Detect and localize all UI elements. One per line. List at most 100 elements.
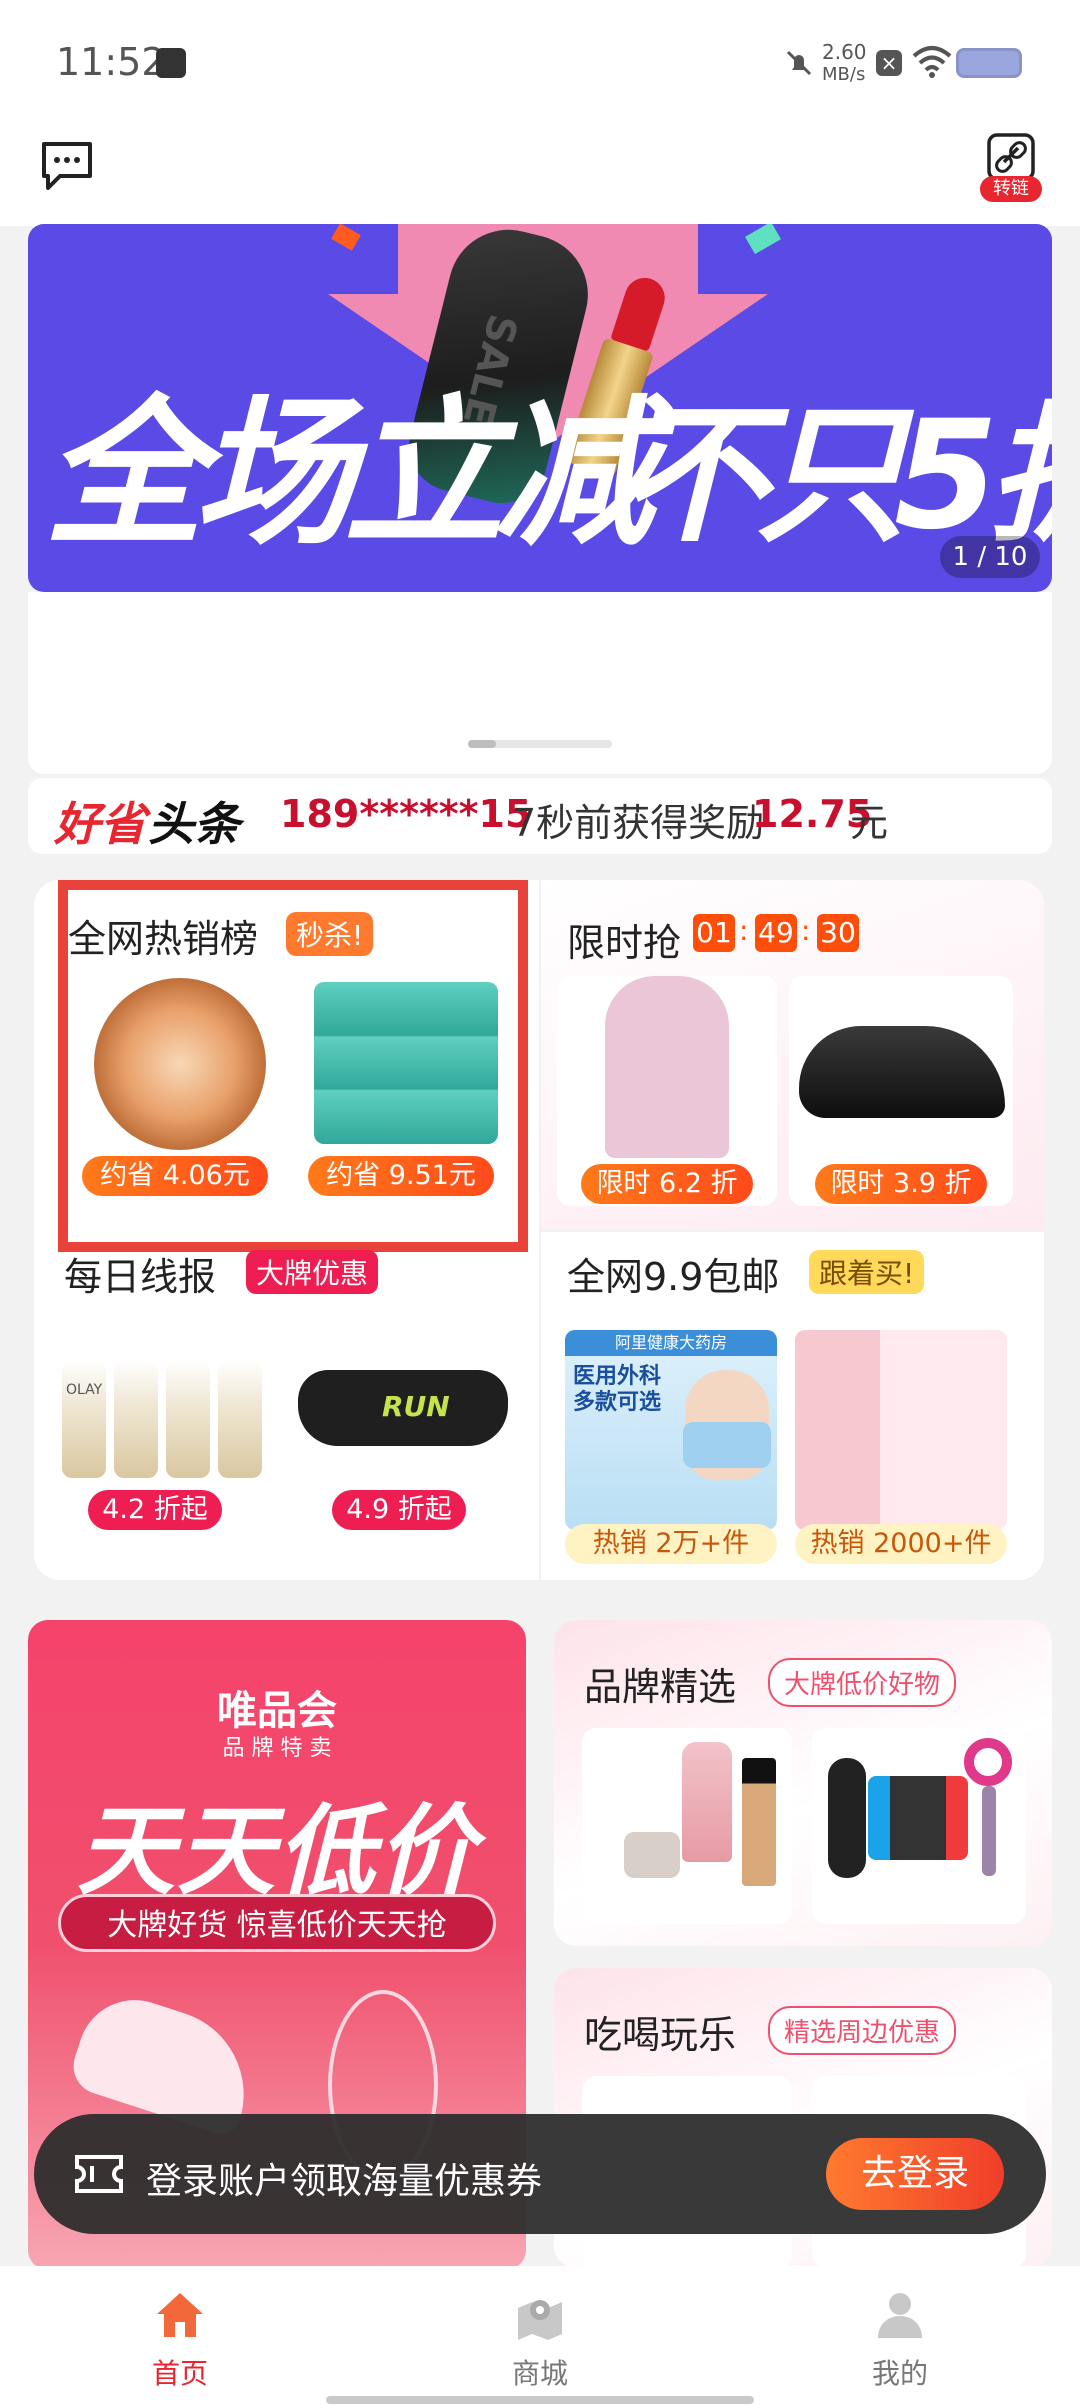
waist-bag-image: RUN — [298, 1370, 508, 1446]
brand-selection-tag: 大牌低价好物 — [768, 1658, 957, 1707]
brand-selection-title: 品牌精选 — [584, 1665, 737, 1709]
login-prompt-bar[interactable]: 登录账户领取海量优惠券 去登录 — [34, 2114, 1046, 2234]
brand-product-cosmetics[interactable] — [582, 1728, 792, 1924]
shoe-image — [799, 1026, 1005, 1118]
hair-dryer-handle — [982, 1786, 996, 1876]
vip-sub: 大牌好货 惊喜低价天天抢 — [58, 1894, 496, 1952]
bottle — [166, 1360, 210, 1478]
login-prompt-text: 登录账户领取海量优惠券 — [146, 2161, 543, 2202]
flash-sale-title: 限时抢 — [567, 921, 682, 965]
vip-slogan: 天天低价 — [76, 1795, 477, 1909]
user-icon — [878, 2293, 922, 2338]
mute-icon — [786, 50, 812, 76]
headline-logo-part1: 好省 — [54, 797, 146, 851]
product-price-pill: 4.2 折起 — [88, 1490, 222, 1530]
product-price-pill: 约省 9.51元 — [308, 1156, 494, 1196]
wifi-icon — [912, 46, 952, 78]
product-price-pill: 限时 6.2 折 — [581, 1164, 753, 1204]
towel-pack-image — [795, 1330, 1007, 1530]
flash-sale-section[interactable]: 限时抢 01 : 49 : 30 限时 6.2 折 限时 3.9 折 — [539, 880, 1044, 1230]
free-shipping-tag: 跟着买! — [809, 1250, 925, 1294]
bottle — [62, 1360, 106, 1478]
hot-sales-section[interactable]: 全网热销榜 秒杀! 约省 4.06元 约省 9.51元 — [58, 880, 528, 1252]
product-price-pill: 4.9 折起 — [332, 1490, 466, 1530]
countdown-hours: 01 — [693, 914, 735, 952]
hair-dryer — [964, 1738, 1012, 1786]
battery-icon — [956, 48, 1022, 78]
brand-product-electronics[interactable] — [812, 1728, 1026, 1924]
countdown-separator: : — [801, 914, 811, 947]
status-time: 11:52 — [56, 40, 166, 84]
daily-deals-section[interactable]: 每日线报 大牌优惠 OLAY 4.2 折起 RUN 4.9 折起 — [34, 1230, 539, 1580]
tab-home-label: 首页 — [151, 2357, 208, 2390]
link-icon — [987, 133, 1035, 181]
notification-app-icon — [156, 48, 186, 78]
vip-logo: 唯品会 — [217, 1688, 337, 1734]
headline-ticker[interactable]: 好省 头条 189******15 7秒前获得奖励 12.75 元 — [28, 778, 1052, 854]
status-bar: 11:52 2.60 MB/s × — [0, 0, 1080, 118]
bottle — [218, 1360, 262, 1478]
cosmetics-jar — [624, 1832, 680, 1878]
tab-mall[interactable]: 商城 — [460, 2290, 620, 2400]
bottle — [114, 1360, 158, 1478]
product-card[interactable]: 限时 6.2 折 — [557, 976, 777, 1206]
hot-sales-tag: 秒杀! — [286, 912, 374, 956]
food-fun-tag: 精选周边优惠 — [768, 2006, 957, 2055]
switch-console — [868, 1776, 968, 1860]
cosmetics-bottle — [682, 1742, 732, 1862]
promo-banner[interactable]: SALE 全场立减 不只5折 1 / 10 — [28, 224, 1052, 592]
product-card[interactable]: 约省 9.51元 — [304, 978, 514, 1198]
link-badge: 转链 — [980, 176, 1042, 202]
convert-link-button[interactable]: 转链 — [980, 132, 1042, 204]
countdown-seconds: 30 — [817, 914, 859, 952]
product-price-pill: 约省 4.06元 — [82, 1156, 268, 1196]
product-card[interactable]: 阿里健康大药房 医用外科 多款可选 热销 2万+件 — [565, 1330, 781, 1566]
carousel-indicator-active — [468, 740, 496, 748]
tab-profile[interactable]: 我的 — [820, 2290, 980, 2400]
brand-selection-card[interactable]: 品牌精选 大牌低价好物 — [554, 1620, 1052, 1946]
mask-pack-title: 医用外科 多款可选 — [573, 1364, 662, 1415]
countdown-separator: : — [739, 914, 749, 947]
tab-profile-label: 我的 — [871, 2357, 928, 2390]
net-speed-value: 2.60 — [822, 40, 867, 64]
close-notification-icon: × — [876, 50, 902, 76]
product-card[interactable]: OLAY 4.2 折起 — [48, 1330, 276, 1560]
food-fun-title: 吃喝玩乐 — [584, 2013, 737, 2057]
hoodie-image — [605, 976, 729, 1158]
countdown-minutes: 49 — [755, 914, 797, 952]
product-price-pill: 热销 2万+件 — [565, 1524, 777, 1564]
lotion-bottles-image: OLAY — [62, 1330, 262, 1480]
product-card[interactable]: 热销 2000+件 — [795, 1330, 1019, 1566]
banner-counter: 1 / 10 — [940, 536, 1040, 578]
bottle-brand: OLAY — [66, 1382, 103, 1398]
map-pin-icon — [518, 2300, 562, 2340]
headline-unit: 元 — [850, 801, 889, 845]
bag-logo: RUN — [382, 1390, 450, 1423]
login-button[interactable]: 去登录 — [826, 2138, 1004, 2210]
banner-area — [28, 592, 1052, 774]
tab-home[interactable]: 首页 — [100, 2290, 260, 2400]
free-shipping-section[interactable]: 全网9.9包邮 跟着买! 阿里健康大药房 医用外科 多款可选 热销 2万+件 热… — [539, 1230, 1044, 1580]
headline-logo-part2: 头条 — [148, 797, 240, 851]
tissue-pack-image — [314, 982, 498, 1144]
lipstick-bullet — [610, 272, 670, 352]
home-icon — [157, 2293, 203, 2337]
banner-text-left: 全场立减 — [44, 380, 654, 567]
vip-logo-sub: 品 牌 特 卖 — [222, 1736, 332, 1761]
message-icon[interactable] — [40, 140, 94, 192]
cosmetics-foundation — [742, 1758, 776, 1886]
headline-user: 189******15 — [280, 792, 532, 836]
top-bar: 转链 — [0, 118, 1080, 226]
tab-mall-label: 商城 — [511, 2357, 568, 2390]
product-card[interactable]: RUN 4.9 折起 — [292, 1330, 522, 1560]
product-card[interactable]: 约省 4.06元 — [82, 978, 288, 1198]
coupon-icon — [75, 2155, 123, 2193]
mask-pack-head: 阿里健康大药房 — [565, 1330, 777, 1356]
beauty-device — [828, 1758, 866, 1878]
home-indicator — [326, 2396, 754, 2404]
air-fryer-paper-image — [94, 978, 266, 1150]
mask-pack-image: 阿里健康大药房 医用外科 多款可选 — [565, 1330, 777, 1530]
headline-message: 7秒前获得奖励 — [512, 801, 765, 845]
product-card[interactable]: 限时 3.9 折 — [789, 976, 1013, 1206]
daily-deals-tag: 大牌优惠 — [246, 1250, 379, 1294]
